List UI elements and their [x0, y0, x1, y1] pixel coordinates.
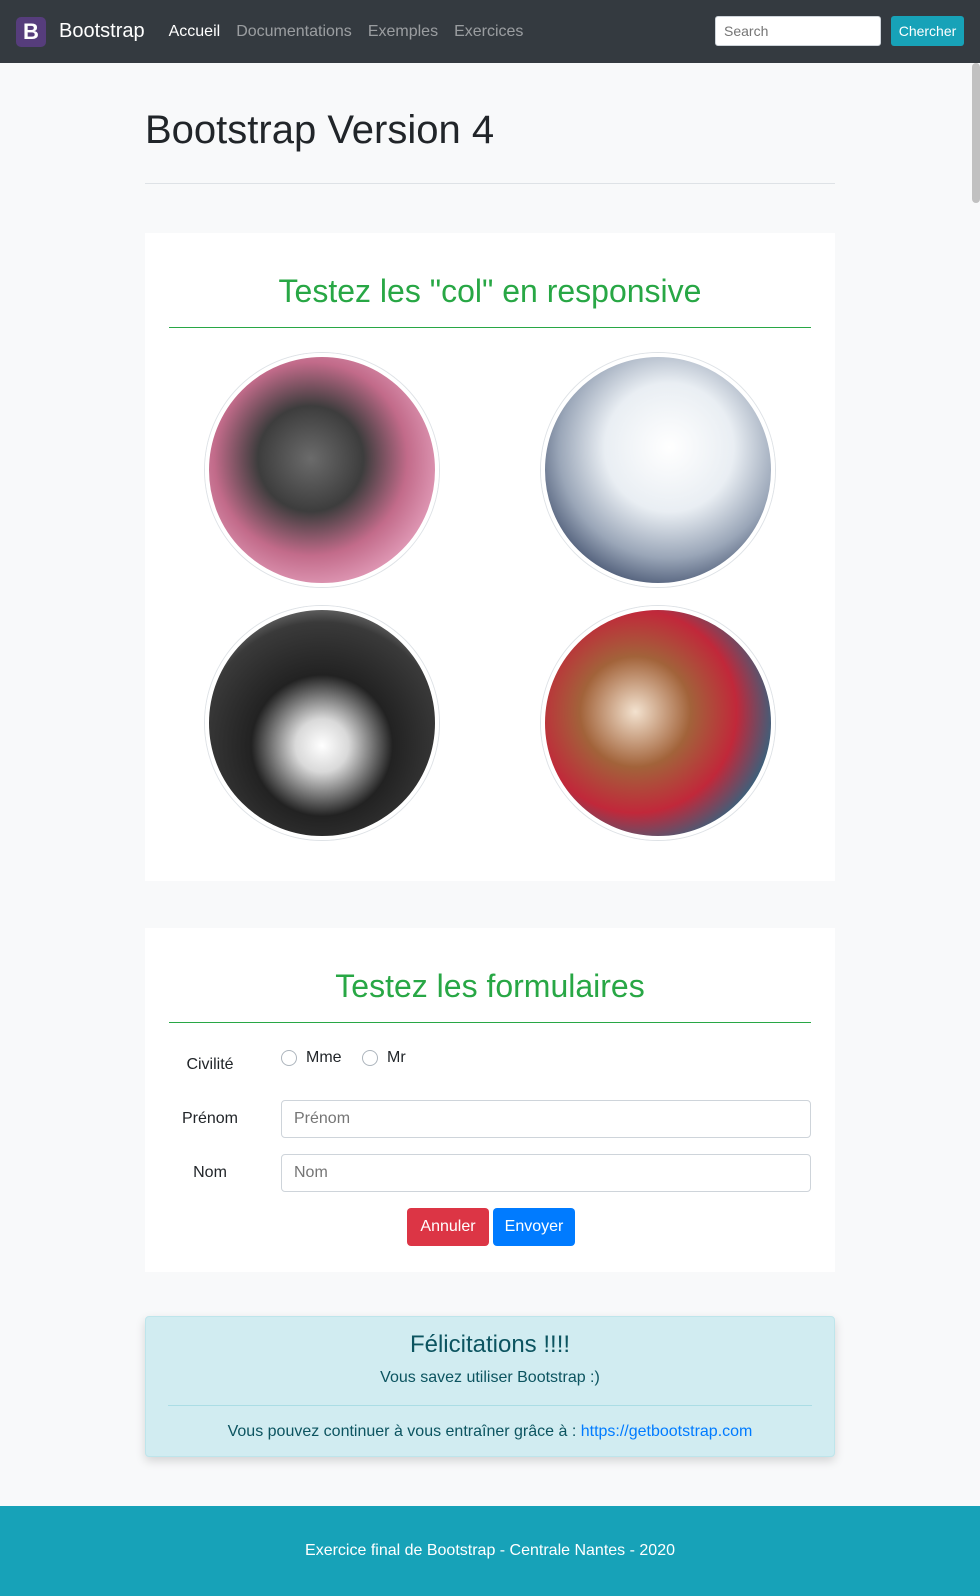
submit-button[interactable]: Envoyer — [493, 1208, 575, 1246]
lastname-label: Nom — [193, 1164, 227, 1181]
firstname-label: Prénom — [181, 1110, 239, 1127]
gallery-card: Testez les "col" en responsive — [145, 233, 835, 881]
navbar: B Bootstrap Accueil Documentations Exemp… — [0, 0, 980, 63]
success-alert: Félicitations !!!! Vous savez utiliser B… — [145, 1316, 835, 1457]
alert-subtitle: Vous savez utiliser Bootstrap :) — [380, 1369, 600, 1386]
footer: Exercice final de Bootstrap - Centrale N… — [0, 1506, 980, 1596]
form-heading: Testez les formulaires — [335, 968, 645, 1004]
bootstrap-logo-icon: B — [16, 16, 46, 47]
nav-link-exemples[interactable]: Exemples — [368, 23, 438, 41]
white-kitten-image — [541, 353, 775, 587]
cancel-button[interactable]: Annuler — [407, 1208, 489, 1246]
alert-divider — [168, 1405, 812, 1406]
alert-text-line: Vous pouvez continuer à vous entraîner g… — [146, 1423, 834, 1441]
firstname-input[interactable] — [281, 1100, 811, 1138]
title-divider — [145, 183, 835, 184]
search-input[interactable] — [715, 16, 881, 46]
page-title: Bootstrap Version 4 — [145, 108, 495, 152]
scrollbar[interactable] — [972, 63, 980, 203]
lastname-input[interactable] — [281, 1154, 811, 1192]
footer-text: Exercice final de Bootstrap - Centrale N… — [305, 1542, 675, 1559]
tabby-kitten-image — [205, 353, 439, 587]
nav-link-accueil[interactable]: Accueil — [169, 23, 221, 41]
radio-mr[interactable] — [362, 1050, 378, 1066]
radio-mr-label[interactable]: Mr — [387, 1049, 406, 1067]
alert-title: Félicitations !!!! — [409, 1331, 571, 1358]
gallery-divider — [169, 327, 811, 328]
brand-name: Bootstrap — [59, 20, 145, 42]
radio-mme[interactable] — [281, 1050, 297, 1066]
nav-link-exercices[interactable]: Exercices — [454, 23, 523, 41]
brand-link[interactable]: B Bootstrap — [16, 16, 145, 47]
form-divider — [169, 1022, 811, 1023]
form-card: Testez les formulaires Civilité Mme Mr P… — [145, 928, 835, 1272]
nav-link-documentations[interactable]: Documentations — [236, 23, 352, 41]
black-white-kitten-image — [205, 606, 439, 840]
radio-mme-label[interactable]: Mme — [306, 1049, 342, 1067]
alert-text: Vous pouvez continuer à vous entraîner g… — [227, 1423, 581, 1440]
calico-kitten-image — [541, 606, 775, 840]
getbootstrap-link[interactable]: https://getbootstrap.com — [581, 1423, 753, 1440]
civility-label: Civilité — [186, 1056, 234, 1073]
gallery-heading: Testez les "col" en responsive — [278, 273, 702, 309]
search-button[interactable]: Chercher — [891, 16, 964, 46]
